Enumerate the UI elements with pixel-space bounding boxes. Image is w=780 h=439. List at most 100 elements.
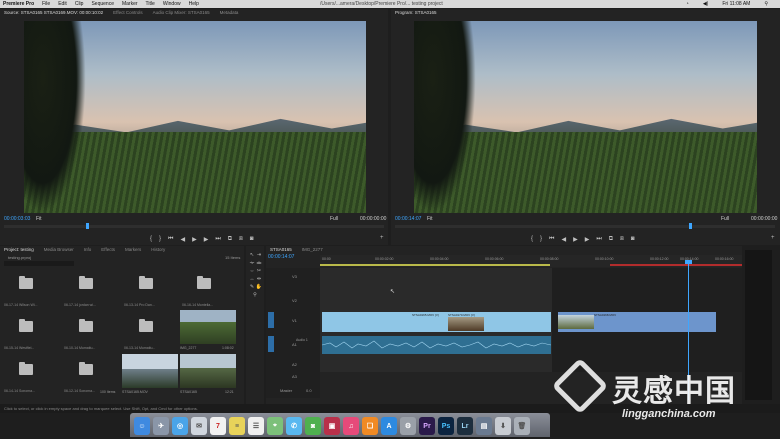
- tab-sequence-stsa0165[interactable]: STSA0165: [270, 247, 292, 252]
- bin-folder[interactable]: 06-17-14 Wilson Wi...: [4, 270, 48, 312]
- source-timecode[interactable]: 00:00:03:03: [4, 216, 30, 222]
- facetime-icon[interactable]: ◙: [305, 417, 321, 435]
- play-icon[interactable]: ▶: [192, 236, 197, 243]
- clock[interactable]: Fri 11:08 AM: [722, 1, 750, 7]
- program-full-select[interactable]: Full: [721, 216, 729, 222]
- timeline-ruler[interactable]: 00:00 00:00:02:00 00:00:04:00 00:00:06:0…: [320, 255, 742, 267]
- track-label-master[interactable]: Master: [280, 388, 292, 393]
- menu-clip[interactable]: Clip: [75, 1, 84, 7]
- downloads-icon[interactable]: ⬇: [495, 417, 511, 435]
- maps-icon[interactable]: ⌖: [267, 417, 283, 435]
- wifi-icon[interactable]: ◔: [686, 1, 689, 7]
- menu-window[interactable]: Window: [163, 1, 181, 7]
- track-label-v1[interactable]: V1: [292, 318, 297, 323]
- safari-icon[interactable]: ◎: [172, 417, 188, 435]
- menu-file[interactable]: File: [42, 1, 50, 7]
- calendar-icon[interactable]: 7: [210, 417, 226, 435]
- video-clip[interactable]: STSA0170.MOV [V]: [446, 312, 551, 332]
- app-menu[interactable]: Premiere Pro: [3, 1, 34, 7]
- hand-tool-icon[interactable]: ✋: [255, 284, 263, 290]
- menu-help[interactable]: Help: [189, 1, 199, 7]
- tab-info[interactable]: Info: [84, 247, 92, 252]
- audio-clip[interactable]: [322, 336, 551, 354]
- bin-folder[interactable]: 06-16-14 Montella...: [182, 270, 226, 312]
- track-label-v2[interactable]: V2: [292, 298, 297, 303]
- track-label-v3[interactable]: V3: [292, 274, 297, 279]
- program-timecode[interactable]: 00:00:14:07: [395, 216, 421, 222]
- reminders-icon[interactable]: ☰: [248, 417, 264, 435]
- go-to-in-icon[interactable]: ⏮: [168, 236, 173, 243]
- bin-folder[interactable]: 06-10-14 Mumatlu...: [64, 313, 108, 355]
- menu-marker[interactable]: Marker: [122, 1, 138, 7]
- work-area-bar[interactable]: [320, 264, 550, 266]
- ibooks-icon[interactable]: ❏: [362, 417, 378, 435]
- tab-effect-controls[interactable]: Effect Controls: [113, 10, 142, 15]
- step-forward-icon[interactable]: ▶: [585, 236, 590, 243]
- mail-icon[interactable]: ✉: [191, 417, 207, 435]
- clip-thumbnail[interactable]: [180, 310, 236, 344]
- track-label-a2[interactable]: A2: [292, 362, 297, 367]
- mark-in-icon[interactable]: {: [150, 236, 152, 242]
- source-scrubber[interactable]: [4, 225, 384, 228]
- track-label-a3[interactable]: A3: [292, 374, 297, 379]
- bin-folder[interactable]: 06-14-14 Sonoma...: [4, 356, 48, 398]
- source-playhead[interactable]: [86, 223, 89, 229]
- app-store-icon[interactable]: A: [381, 417, 397, 435]
- source-fit-select[interactable]: Fit: [36, 216, 42, 222]
- video-clip[interactable]: STSA0168.MOV: [558, 312, 716, 332]
- trash-icon[interactable]: 🗑: [514, 417, 530, 435]
- timeline-timecode[interactable]: 00:00:14:07: [268, 254, 294, 260]
- tab-project[interactable]: Project: testing: [4, 247, 34, 252]
- mark-out-icon[interactable]: }: [159, 236, 161, 242]
- menu-sequence[interactable]: Sequence: [91, 1, 114, 7]
- mark-out-icon[interactable]: }: [540, 236, 542, 242]
- clip-thumbnail[interactable]: [180, 354, 236, 388]
- bin-folder[interactable]: 06-13-14 Mumatlu...: [124, 313, 168, 355]
- tab-audio-clip-mixer[interactable]: Audio Clip Mixer: STSA0165: [153, 10, 210, 15]
- menu-edit[interactable]: Edit: [58, 1, 67, 7]
- export-frame-icon[interactable]: ◙: [250, 236, 254, 242]
- lift-icon[interactable]: ⧉: [609, 236, 613, 243]
- clip-thumbnail[interactable]: [122, 354, 178, 388]
- bin-folder[interactable]: 06-13-14 Pro Dan...: [124, 270, 168, 312]
- go-to-in-icon[interactable]: ⏮: [549, 236, 554, 243]
- export-frame-icon[interactable]: ◙: [631, 236, 635, 242]
- photo-booth-icon[interactable]: ▣: [324, 417, 340, 435]
- tab-source[interactable]: Source: STSA0165 STSA0169.MOV: 00:00:10:…: [4, 10, 103, 15]
- extract-icon[interactable]: ⧈: [620, 236, 624, 243]
- lightroom-icon[interactable]: Lr: [457, 417, 473, 435]
- slide-tool-icon[interactable]: ⇹: [255, 276, 263, 282]
- tab-markers[interactable]: Markers: [125, 247, 141, 252]
- bin-folder[interactable]: 06-17-14 jordan wi...: [64, 270, 108, 312]
- razor-tool-icon[interactable]: ✂: [255, 268, 263, 274]
- launchpad-icon[interactable]: ✈: [153, 417, 169, 435]
- go-to-out-icon[interactable]: ⏭: [596, 236, 601, 243]
- step-back-icon[interactable]: ◀: [561, 236, 566, 243]
- tab-media-browser[interactable]: Media Browser: [44, 247, 74, 252]
- insert-icon[interactable]: ⧉: [228, 236, 232, 243]
- program-add-button[interactable]: +: [771, 235, 775, 241]
- messages-icon[interactable]: ✆: [286, 417, 302, 435]
- source-add-button[interactable]: +: [380, 235, 384, 241]
- rolling-edit-tool-icon[interactable]: ⟚: [255, 260, 263, 266]
- project-search-input[interactable]: [4, 261, 74, 266]
- step-forward-icon[interactable]: ▶: [204, 236, 209, 243]
- tab-sequence-img2277[interactable]: IMG_2277: [302, 247, 323, 252]
- program-scrubber[interactable]: [395, 225, 775, 228]
- system-preferences-icon[interactable]: ⚙: [400, 417, 416, 435]
- video-clip[interactable]: STSA0165.MOV [V]: [322, 312, 446, 332]
- source-full-select[interactable]: Full: [330, 216, 338, 222]
- play-icon[interactable]: ▶: [573, 236, 578, 243]
- notes-icon[interactable]: ≡: [229, 417, 245, 435]
- zoom-tool-icon[interactable]: ⚲: [251, 292, 259, 298]
- mark-in-icon[interactable]: {: [531, 236, 533, 242]
- track-target-v1[interactable]: [268, 312, 274, 328]
- program-video-frame[interactable]: [414, 21, 757, 213]
- track-target-a1[interactable]: [268, 336, 274, 352]
- tab-effects[interactable]: Effects: [101, 247, 115, 252]
- menu-title[interactable]: Title: [146, 1, 155, 7]
- tab-history[interactable]: History: [151, 247, 165, 252]
- bin-folder[interactable]: 06-15-14 Westfiel...: [4, 313, 48, 355]
- volume-icon[interactable]: ◀): [703, 1, 709, 7]
- playhead-handle[interactable]: [685, 260, 692, 264]
